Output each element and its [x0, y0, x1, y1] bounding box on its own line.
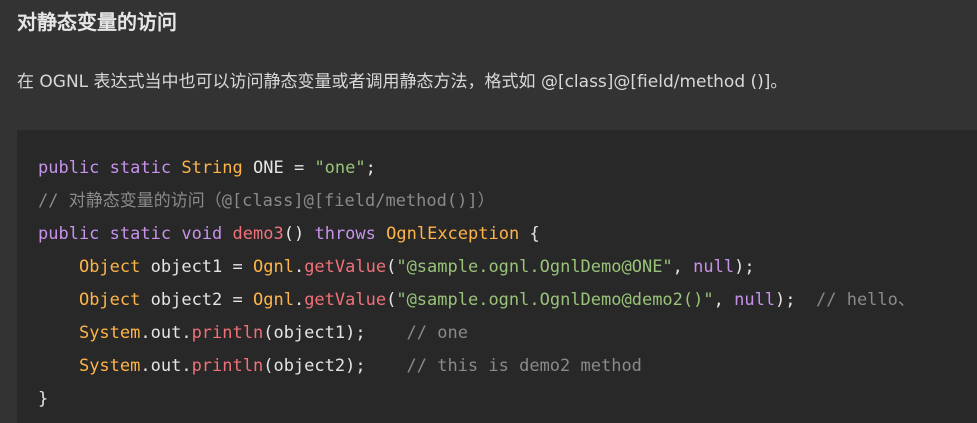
section-heading: 对静态变量的访问 [17, 10, 177, 34]
code-comment: // one [406, 323, 468, 343]
code-text: object2 = [150, 290, 253, 310]
keyword-throws: throws [314, 224, 376, 244]
code-text: . [293, 257, 305, 277]
code-comment: // hello、 [816, 290, 915, 310]
code-text: , [672, 257, 694, 277]
keyword-null: null [734, 290, 776, 310]
code-text: { [529, 224, 540, 244]
code-line-3: public static void demo3() throws OgnlEx… [38, 221, 540, 247]
code-text: ); [775, 290, 816, 310]
function-name: println [191, 323, 264, 343]
code-text: (object1); [263, 323, 407, 343]
code-block: public static String ONE = "one"; // 对静态… [17, 130, 977, 423]
code-text: .out. [140, 323, 192, 343]
type-system: System [78, 323, 141, 343]
function-name: getValue [304, 290, 387, 310]
type-object: Object [78, 257, 141, 277]
string-literal: "@sample.ognl.OgnlDemo@demo2()" [396, 290, 714, 310]
code-line-4: Object object1 = Ognl.getValue("@sample.… [38, 254, 755, 280]
code-text: ONE = [253, 158, 315, 178]
page: 对静态变量的访问 在 OGNL 表达式当中也可以访问静态变量或者调用静态方法，格… [0, 0, 977, 423]
code-text: ; [365, 158, 376, 178]
function-name: getValue [304, 257, 387, 277]
code-comment: // this is demo2 method [406, 356, 642, 376]
keyword-null: null [693, 257, 735, 277]
string-literal: "one" [314, 158, 366, 178]
code-text: (object2); [263, 356, 407, 376]
code-line-8: } [38, 386, 48, 412]
code-text: .out. [140, 356, 192, 376]
code-line-5: Object object2 = Ognl.getValue("@sample.… [38, 287, 915, 313]
type-string: String [181, 158, 243, 178]
code-line-2: // 对静态变量的访问（@[class]@[field/method()]） [38, 188, 495, 214]
code-text: () [283, 224, 305, 244]
code-comment: // 对静态变量的访问（@[class]@[field/method()]） [38, 191, 495, 211]
code-text: object1 = [150, 257, 253, 277]
keyword-void: void [181, 224, 223, 244]
description-paragraph: 在 OGNL 表达式当中也可以访问静态变量或者调用静态方法，格式如 @[clas… [17, 72, 788, 92]
string-literal: "@sample.ognl.OgnlDemo@ONE" [396, 257, 673, 277]
function-name: demo3 [232, 224, 284, 244]
type-ognl: Ognl [252, 257, 294, 277]
function-name: println [191, 356, 264, 376]
code-text: ); [734, 257, 755, 277]
code-line-1: public static String ONE = "one"; [38, 155, 376, 181]
type-exception: OgnlException [386, 224, 520, 244]
type-object: Object [78, 290, 141, 310]
code-text: , [713, 290, 735, 310]
keyword-public: public [38, 158, 100, 178]
code-text: ( [386, 257, 397, 277]
keyword-static: static [109, 224, 172, 244]
type-ognl: Ognl [252, 290, 294, 310]
code-line-6: System.out.println(object1); // one [38, 320, 468, 346]
keyword-public: public [38, 224, 100, 244]
code-text: } [38, 389, 49, 409]
type-system: System [78, 356, 141, 376]
code-line-7: System.out.println(object2); // this is … [38, 353, 642, 379]
code-text: . [293, 290, 305, 310]
keyword-static: static [109, 158, 172, 178]
code-text: ( [386, 290, 397, 310]
